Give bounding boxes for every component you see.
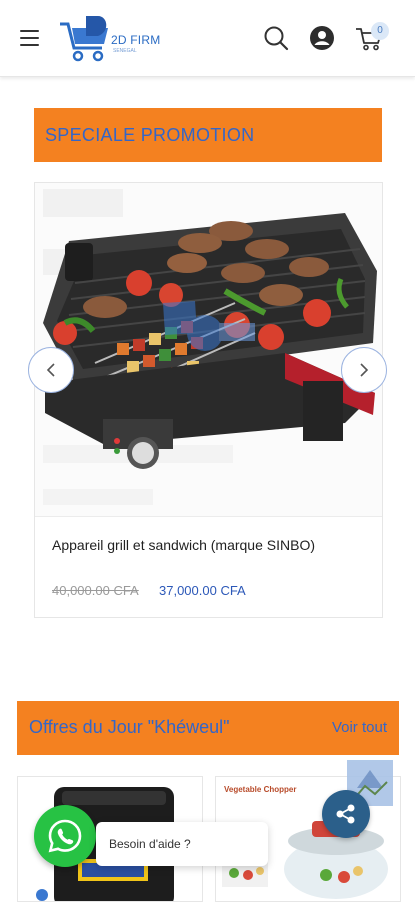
account-icon[interactable] (309, 25, 335, 51)
menu-icon[interactable] (20, 30, 39, 46)
whatsapp-chat-button[interactable] (34, 805, 96, 867)
promo-section-title: SPECIALE PROMOTION (45, 125, 255, 145)
site-header: 2D FIRM SENEGAL 0 (0, 0, 415, 77)
logo-subtext: SENEGAL (113, 48, 137, 54)
carousel-next-button[interactable] (341, 347, 387, 393)
share-icon (336, 804, 355, 824)
product-image[interactable] (35, 183, 382, 516)
deal-image-caption: Vegetable Chopper (224, 785, 297, 794)
divider (35, 516, 382, 517)
deals-section-header: Offres du Jour "Khéweul" Voir tout (17, 701, 399, 755)
whatsapp-icon (48, 819, 82, 853)
logo-text: 2D FIRM (111, 33, 161, 47)
cart-count-badge: 0 (371, 22, 389, 40)
chevron-left-icon (46, 363, 55, 377)
new-price: 37,000.00 CFA (159, 583, 246, 598)
help-text: Besoin d'aide ? (109, 837, 191, 851)
product-card[interactable]: Appareil grill et sandwich (marque SINBO… (34, 182, 383, 618)
deals-section-title: Offres du Jour "Khéweul" (29, 717, 230, 737)
share-button[interactable] (322, 790, 370, 838)
chevron-right-icon (360, 363, 369, 377)
search-icon[interactable] (263, 25, 289, 51)
carousel-prev-button[interactable] (28, 347, 74, 393)
promo-section-header: SPECIALE PROMOTION (34, 108, 382, 162)
view-all-link[interactable]: Voir tout (332, 719, 387, 736)
old-price: 40,000.00 CFA (52, 583, 139, 598)
help-tooltip[interactable]: Besoin d'aide ? (96, 822, 268, 866)
product-name[interactable]: Appareil grill et sandwich (marque SINBO… (52, 537, 315, 553)
